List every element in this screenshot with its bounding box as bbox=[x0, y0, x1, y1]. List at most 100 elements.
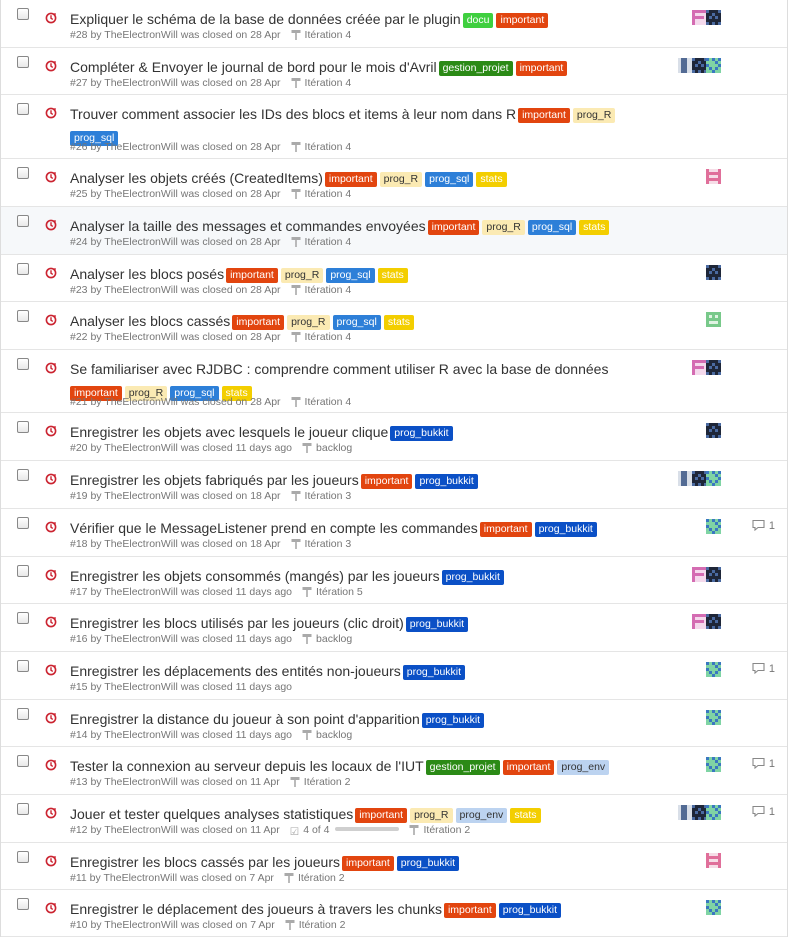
issue-row[interactable]: Enregistrer le déplacement des joueurs à… bbox=[1, 890, 787, 937]
label-prog-R[interactable]: prog_R bbox=[482, 220, 525, 235]
assignee-avatars[interactable] bbox=[692, 567, 721, 582]
issue-title-link[interactable]: Analyser les blocs cassés bbox=[70, 313, 230, 329]
author-link[interactable]: TheElectronWill bbox=[104, 776, 178, 788]
author-link[interactable]: TheElectronWill bbox=[104, 331, 178, 343]
milestone[interactable]: backlog bbox=[302, 442, 352, 454]
label-important[interactable]: important bbox=[324, 172, 377, 187]
issue-row[interactable]: Analyser les blocs cassés important prog_R… bbox=[1, 302, 787, 350]
label-prog-sql[interactable]: prog_sql bbox=[326, 268, 375, 283]
label-important[interactable]: important bbox=[427, 220, 480, 235]
assignee-avatars[interactable] bbox=[706, 757, 721, 772]
label-prog-sql[interactable]: prog_sql bbox=[527, 220, 577, 235]
author-link[interactable]: TheElectronWill bbox=[104, 236, 178, 248]
avatar[interactable] bbox=[706, 169, 721, 184]
label-prog-R[interactable]: prog_R bbox=[572, 108, 616, 123]
assignee-avatars[interactable] bbox=[706, 312, 721, 327]
issue-title-link[interactable]: Enregistrer les déplacements des entités… bbox=[70, 663, 401, 679]
issue-checkbox[interactable] bbox=[17, 8, 29, 20]
label-prog-env[interactable]: prog_env bbox=[455, 808, 508, 823]
label-prog-bukkit[interactable]: prog_bukkit bbox=[405, 617, 469, 632]
assignee-avatars[interactable] bbox=[706, 853, 721, 868]
author-link[interactable]: TheElectronWill bbox=[104, 442, 178, 454]
avatar[interactable] bbox=[706, 853, 721, 868]
label-prog-R[interactable]: prog_R bbox=[287, 315, 330, 330]
assignee-avatars[interactable] bbox=[706, 710, 721, 725]
milestone[interactable]: Itération 2 bbox=[290, 776, 350, 788]
avatar[interactable] bbox=[678, 58, 693, 73]
label-prog-bukkit[interactable]: prog_bukkit bbox=[396, 856, 460, 871]
author-link[interactable]: TheElectronWill bbox=[104, 919, 178, 931]
comment-count[interactable]: 1 bbox=[752, 757, 775, 772]
issue-title-link[interactable]: Se familiariser avec RJDBC : comprendre … bbox=[70, 361, 608, 377]
author-link[interactable]: TheElectronWill bbox=[104, 188, 178, 200]
avatar[interactable] bbox=[692, 567, 707, 582]
milestone[interactable]: Itération 4 bbox=[291, 331, 351, 343]
comment-count[interactable]: 1 bbox=[752, 805, 775, 820]
avatar[interactable] bbox=[706, 805, 721, 820]
author-link[interactable]: TheElectronWill bbox=[104, 77, 178, 89]
comment-count[interactable]: 1 bbox=[752, 662, 775, 677]
author-link[interactable]: TheElectronWill bbox=[104, 141, 178, 153]
issue-checkbox[interactable] bbox=[17, 708, 29, 720]
avatar[interactable] bbox=[692, 360, 707, 375]
label-important[interactable]: important bbox=[360, 474, 413, 489]
label-important[interactable]: important bbox=[226, 268, 278, 283]
assignee-avatars[interactable] bbox=[678, 805, 721, 820]
author-link[interactable]: TheElectronWill bbox=[104, 29, 178, 41]
assignee-avatars[interactable] bbox=[706, 519, 721, 534]
label-prog-bukkit[interactable]: prog_bukkit bbox=[390, 426, 453, 441]
avatar[interactable] bbox=[706, 710, 721, 725]
milestone[interactable]: Itération 2 bbox=[285, 919, 345, 931]
issue-row[interactable]: Enregistrer les objets fabriqués par les… bbox=[1, 461, 787, 509]
label-important[interactable]: important bbox=[496, 13, 549, 28]
label-prog-bukkit[interactable]: prog_bukkit bbox=[498, 903, 562, 918]
assignee-avatars[interactable] bbox=[706, 265, 721, 280]
issue-checkbox[interactable] bbox=[17, 310, 29, 322]
issue-row[interactable]: Analyser les blocs posés important prog_R p… bbox=[1, 255, 787, 302]
label-stats[interactable]: stats bbox=[476, 172, 507, 187]
label-important[interactable]: important bbox=[515, 61, 568, 76]
milestone[interactable]: backlog bbox=[302, 633, 352, 645]
author-link[interactable]: TheElectronWill bbox=[104, 824, 178, 836]
author-link[interactable]: TheElectronWill bbox=[104, 396, 178, 408]
issue-title-link[interactable]: Analyser les blocs posés bbox=[70, 266, 224, 282]
milestone[interactable]: Itération 4 bbox=[291, 29, 351, 41]
issue-checkbox[interactable] bbox=[17, 263, 29, 275]
avatar[interactable] bbox=[692, 58, 707, 73]
issue-row[interactable]: Expliquer le schéma de la base de donnée… bbox=[1, 0, 787, 48]
milestone[interactable]: Itération 4 bbox=[291, 284, 351, 296]
issue-row[interactable]: Tester la connexion au serveur depuis le… bbox=[1, 747, 787, 795]
issue-row[interactable]: Enregistrer les blocs cassés par les jou… bbox=[1, 843, 787, 890]
avatar[interactable] bbox=[706, 900, 721, 915]
milestone[interactable]: Itération 5 bbox=[302, 586, 363, 598]
issue-row[interactable]: Jouer et tester quelques analyses statis… bbox=[1, 795, 787, 843]
issue-title-link[interactable]: Enregistrer le déplacement des joueurs à… bbox=[70, 901, 442, 917]
issue-title-link[interactable]: Expliquer le schéma de la base de donnée… bbox=[70, 11, 461, 27]
label-prog-R[interactable]: prog_R bbox=[379, 172, 423, 187]
issue-title-link[interactable]: Analyser les objets créés (CreatedItems) bbox=[70, 170, 323, 186]
label-prog-bukkit[interactable]: prog_bukkit bbox=[534, 522, 597, 537]
assignee-avatars[interactable] bbox=[706, 169, 721, 184]
issue-row[interactable]: Analyser la taille des messages et comma… bbox=[1, 207, 787, 255]
author-link[interactable]: TheElectronWill bbox=[104, 490, 178, 502]
avatar[interactable] bbox=[692, 10, 707, 25]
issue-checkbox[interactable] bbox=[17, 612, 29, 624]
avatar[interactable] bbox=[706, 58, 721, 73]
assignee-avatars[interactable] bbox=[678, 471, 721, 486]
issue-row[interactable]: Analyser les objets créés (CreatedItems)… bbox=[1, 159, 787, 207]
issue-checkbox[interactable] bbox=[17, 358, 29, 370]
milestone[interactable]: Itération 4 bbox=[291, 396, 351, 408]
avatar[interactable] bbox=[706, 312, 721, 327]
issue-checkbox[interactable] bbox=[17, 755, 29, 767]
issue-row[interactable]: Compléter & Envoyer le journal de bord p… bbox=[1, 48, 787, 95]
label-stats[interactable]: stats bbox=[377, 268, 408, 283]
author-link[interactable]: TheElectronWill bbox=[104, 538, 178, 550]
issue-checkbox[interactable] bbox=[17, 803, 29, 815]
issue-title-link[interactable]: Enregistrer les objets fabriqués par les… bbox=[70, 472, 359, 488]
label-important[interactable]: important bbox=[355, 808, 408, 823]
avatar[interactable] bbox=[706, 519, 721, 534]
avatar[interactable] bbox=[678, 471, 693, 486]
label-important[interactable]: important bbox=[518, 108, 570, 123]
issue-title-link[interactable]: Enregistrer les objets avec lesquels le … bbox=[70, 424, 388, 440]
issue-checkbox[interactable] bbox=[17, 167, 29, 179]
